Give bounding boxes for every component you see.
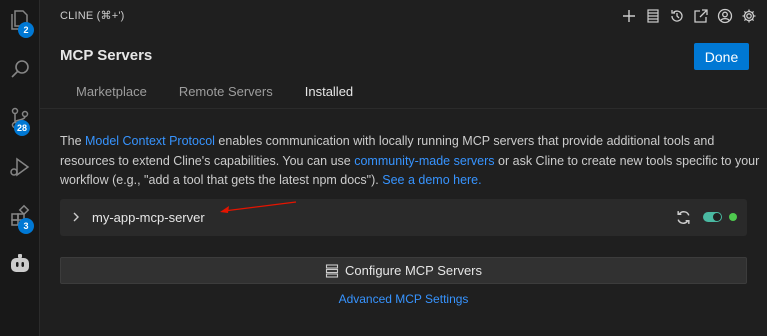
tab-divider (40, 108, 767, 109)
advanced-mcp-settings-link[interactable]: Advanced MCP Settings (40, 292, 767, 306)
tab-remote-servers[interactable]: Remote Servers (163, 76, 289, 109)
activity-bar: 2 28 3 (0, 0, 40, 336)
cline-robot-icon (11, 254, 29, 272)
mcp-description: The Model Context Protocol enables commu… (60, 132, 760, 191)
done-button[interactable]: Done (694, 43, 749, 70)
new-task-button[interactable] (619, 6, 639, 26)
panel-title: CLINE (⌘+') (60, 10, 125, 22)
demo-link[interactable]: See a demo here. (382, 173, 481, 187)
tab-marketplace[interactable]: Marketplace (60, 76, 163, 109)
source-control-badge: 28 (14, 120, 30, 136)
page-title: MCP Servers (60, 47, 153, 64)
run-debug-button[interactable] (0, 147, 40, 187)
server-status-dot (729, 213, 737, 221)
chevron-right-icon[interactable] (70, 211, 82, 223)
desc-text-1: The (60, 134, 86, 148)
plus-icon (623, 10, 635, 22)
search-button[interactable] (0, 49, 40, 89)
configure-mcp-servers-button[interactable]: Configure MCP Servers (60, 257, 747, 284)
explorer-button[interactable]: 2 (0, 0, 40, 40)
panel-actions (619, 6, 759, 26)
server-stack-icon (325, 263, 339, 278)
community-servers-link[interactable]: community-made servers (354, 154, 494, 168)
configure-label: Configure MCP Servers (344, 263, 483, 278)
source-control-button[interactable]: 28 (0, 98, 40, 138)
tab-bar: Marketplace Remote Servers Installed (60, 76, 370, 109)
cline-button[interactable] (0, 244, 40, 284)
run-debug-icon (10, 157, 30, 177)
cline-panel: CLINE (⌘+') MCP Servers Done Marketplace… (40, 0, 767, 336)
panel-topbar: CLINE (⌘+') (40, 0, 767, 32)
history-list-icon (647, 9, 659, 23)
settings-button[interactable] (739, 6, 759, 26)
explorer-badge: 2 (18, 22, 34, 38)
popout-button[interactable] (691, 6, 711, 26)
popout-icon (694, 9, 708, 23)
server-enabled-toggle[interactable] (703, 212, 722, 222)
annotation-arrow (220, 201, 297, 213)
history-icon (671, 10, 683, 22)
settings-gear-icon (742, 9, 756, 23)
server-item[interactable]: my-app-mcp-server (60, 199, 747, 236)
account-button[interactable] (715, 6, 735, 26)
search-icon (11, 60, 29, 78)
mcp-servers-button[interactable] (643, 6, 663, 26)
extensions-button[interactable]: 3 (0, 196, 40, 236)
tab-installed[interactable]: Installed (288, 76, 370, 109)
restart-server-icon[interactable] (675, 209, 692, 226)
mcp-protocol-link[interactable]: Model Context Protocol (85, 134, 215, 148)
server-name: my-app-mcp-server (92, 210, 205, 225)
extensions-badge: 3 (18, 218, 34, 234)
account-icon (717, 8, 733, 24)
history-button[interactable] (667, 6, 687, 26)
